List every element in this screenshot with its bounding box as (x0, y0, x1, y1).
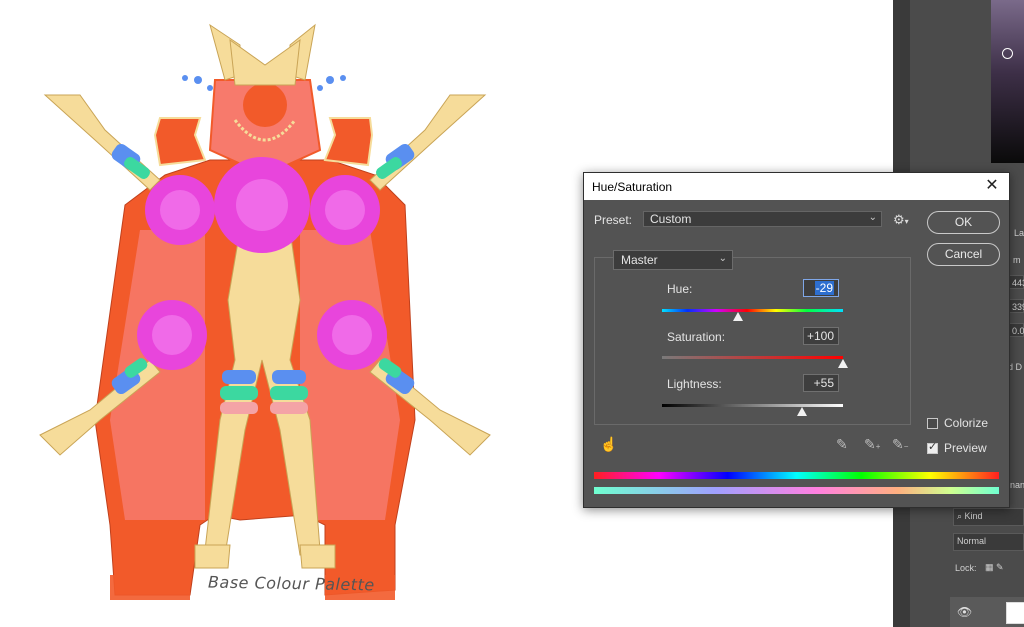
saturation-input[interactable]: +100 (803, 327, 839, 345)
eye-icon[interactable]: 👁 (957, 605, 972, 619)
eyedropper-plus-icon[interactable]: ✎+ (864, 436, 880, 453)
ok-button[interactable]: OK (927, 211, 1000, 234)
hue-saturation-dialog: Hue/Saturation ✕ Preset: Custom ⌄ ⚙▾ OK … (583, 172, 1010, 508)
panel-label-m: m (1013, 255, 1021, 265)
source-color-bar (594, 472, 999, 479)
colorize-checkbox[interactable] (927, 418, 938, 429)
layer-filter-kind[interactable]: ⌕ Kind (953, 508, 1024, 526)
preset-value: Custom (650, 212, 692, 226)
lightness-slider-track[interactable] (662, 404, 843, 407)
panel-field-angle[interactable]: 0.00 (1008, 323, 1024, 337)
chevron-down-icon: ⌄ (718, 253, 727, 264)
preview-checkbox[interactable] (927, 440, 938, 454)
panel-label-d: d D (1008, 362, 1023, 372)
hue-slider-thumb[interactable] (733, 312, 744, 321)
preset-label: Preset: (594, 213, 633, 227)
hand-pointer-icon[interactable]: ☝ (600, 436, 617, 453)
result-color-bar (594, 487, 999, 494)
lightness-label: Lightness: (667, 377, 722, 391)
panel-field-width[interactable]: 443 (1008, 275, 1024, 289)
hue-input[interactable]: -29 (803, 279, 839, 297)
saturation-slider-thumb[interactable] (838, 359, 848, 368)
eyedropper-icon[interactable]: ✎ (836, 436, 848, 453)
lightness-input[interactable]: +55 (803, 374, 839, 392)
layer-thumbnail[interactable] (1006, 602, 1024, 624)
preset-select[interactable]: Custom ⌄ (643, 211, 882, 227)
adjustment-group (594, 257, 911, 425)
blend-mode-select[interactable]: Normal (953, 533, 1024, 551)
channel-select[interactable]: Master ⌄ (613, 250, 733, 270)
hue-input-value: -29 (814, 281, 834, 295)
dialog-title: Hue/Saturation (592, 180, 673, 194)
panel-label-channels: nan (1010, 480, 1024, 490)
panel-label-layers: Lay (1014, 228, 1024, 238)
dialog-titlebar[interactable]: Hue/Saturation ✕ (584, 173, 1009, 200)
gear-icon[interactable]: ⚙▾ (893, 212, 909, 228)
hue-slider-track[interactable] (662, 309, 843, 312)
cancel-button[interactable]: Cancel (927, 243, 1000, 266)
search-icon: ⌕ (957, 511, 965, 521)
close-button[interactable]: ✕ (981, 175, 1003, 197)
color-picker-field[interactable] (991, 0, 1024, 163)
lock-label: Lock: (955, 563, 977, 573)
chevron-down-icon: ⌄ (868, 212, 877, 223)
hue-label: Hue: (667, 282, 693, 296)
lightness-slider-thumb[interactable] (797, 407, 808, 416)
colorize-label: Colorize (944, 416, 989, 430)
lock-pixels-icon[interactable]: ▦ ✎ (985, 562, 1004, 573)
saturation-slider-track[interactable] (662, 356, 843, 359)
preview-label: Preview (944, 441, 987, 455)
artwork-caption: Base Colour Palette (207, 572, 375, 595)
saturation-label: Saturation: (667, 330, 726, 344)
panel-field-height[interactable]: 339 (1008, 299, 1024, 313)
eyedropper-minus-icon[interactable]: ✎− (892, 436, 908, 453)
channel-value: Master (621, 253, 658, 267)
layer-filter-kind-label: Kind (964, 511, 983, 521)
color-picker-ring[interactable] (1002, 48, 1013, 59)
